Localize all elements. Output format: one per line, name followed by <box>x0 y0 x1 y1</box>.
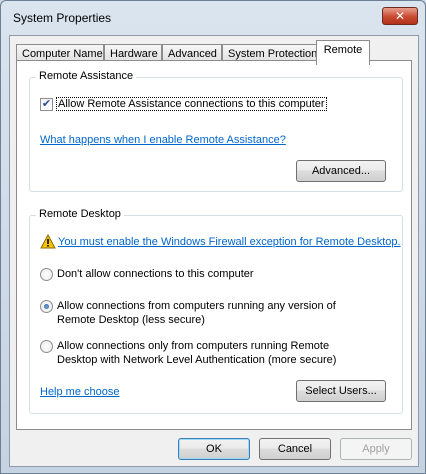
tab-remote[interactable]: Remote <box>316 40 370 65</box>
allow-remote-assistance-checkbox[interactable]: ✔ <box>40 98 53 111</box>
allow-nla-only-label-line2[interactable]: Desktop with Network Level Authenticatio… <box>57 354 336 366</box>
allow-any-version-label-line2[interactable]: Remote Desktop (less secure) <box>57 314 205 326</box>
remote-tab-panel: Remote Assistance ✔ Allow Remote Assista… <box>16 60 412 430</box>
ok-button[interactable]: OK <box>178 438 250 460</box>
warning-triangle-icon <box>40 234 56 249</box>
title-bar[interactable]: System Properties ✕ <box>1 1 425 35</box>
checkmark-icon: ✔ <box>41 98 52 110</box>
remote-assistance-help-link[interactable]: What happens when I enable Remote Assist… <box>40 134 286 146</box>
cancel-button[interactable]: Cancel <box>259 438 331 460</box>
remote-desktop-group: Remote Desktop You must enable the Windo… <box>29 208 403 414</box>
apply-button[interactable]: Apply <box>340 438 412 460</box>
remote-desktop-group-label: Remote Desktop <box>36 208 124 220</box>
dont-allow-connections-label[interactable]: Don't allow connections to this computer <box>57 268 254 280</box>
help-me-choose-link[interactable]: Help me choose <box>40 386 120 398</box>
system-properties-window: System Properties ✕ Computer Name Hardwa… <box>0 0 426 474</box>
close-button[interactable]: ✕ <box>382 7 418 25</box>
allow-nla-only-label-line1[interactable]: Allow connections only from computers ru… <box>57 340 329 352</box>
window-title: System Properties <box>13 11 112 25</box>
select-users-button[interactable]: Select Users... <box>296 380 386 402</box>
dont-allow-connections-radio[interactable] <box>40 268 53 281</box>
remote-assistance-group: Remote Assistance ✔ Allow Remote Assista… <box>29 70 403 192</box>
allow-any-version-label-line1[interactable]: Allow connections from computers running… <box>57 300 336 312</box>
firewall-warning-link[interactable]: You must enable the Windows Firewall exc… <box>58 236 401 248</box>
close-icon: ✕ <box>394 9 406 23</box>
allow-nla-only-radio[interactable] <box>40 340 53 353</box>
remote-assistance-group-label: Remote Assistance <box>36 70 137 82</box>
dialog-client-area: Computer Name Hardware Advanced System P… <box>9 35 419 467</box>
allow-remote-assistance-label[interactable]: Allow Remote Assistance connections to t… <box>56 97 327 111</box>
advanced-button[interactable]: Advanced... <box>296 160 386 182</box>
allow-any-version-radio[interactable] <box>40 300 53 313</box>
